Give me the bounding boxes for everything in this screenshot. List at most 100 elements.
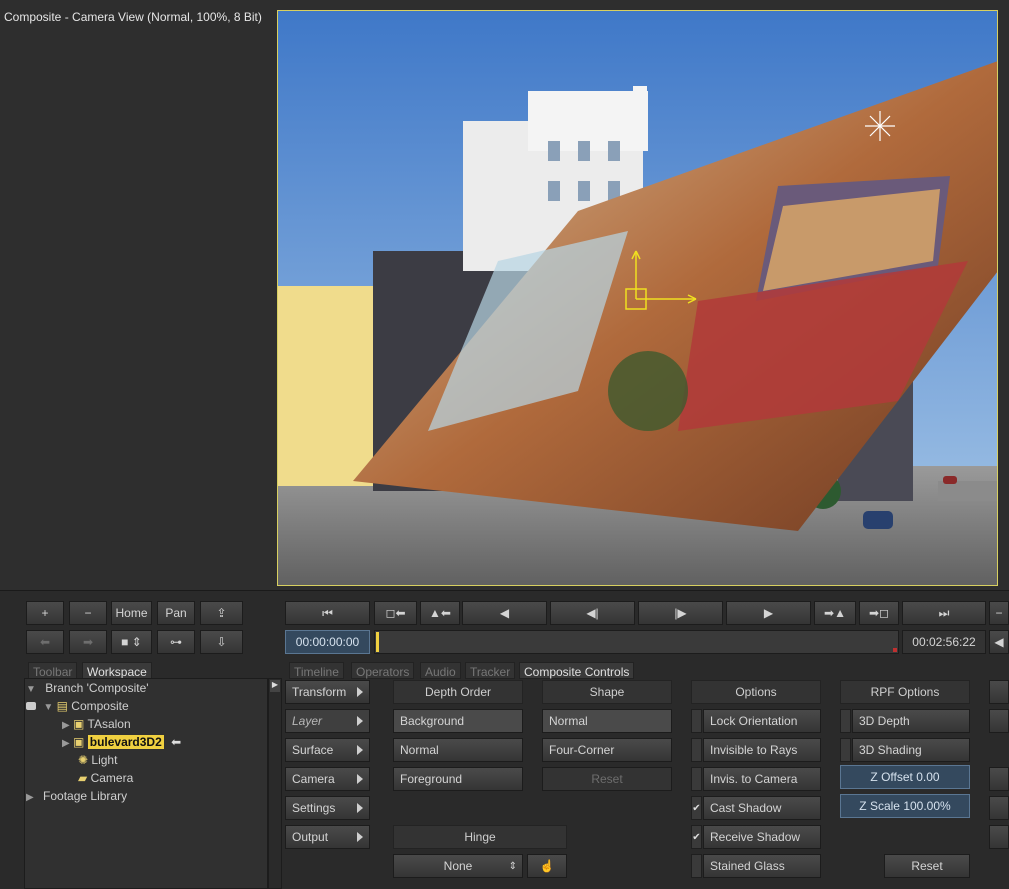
category-transform[interactable]: Transform [285,680,370,704]
tab-audio[interactable]: Audio [420,662,461,679]
invisible-to-rays-checkbox[interactable] [691,738,702,762]
play-reverse-button[interactable]: ◀ [462,601,547,625]
prev-keyframe-button[interactable]: ▲⬅ [420,601,460,625]
add-button[interactable]: + [26,601,64,625]
invis-to-camera-checkbox[interactable] [691,767,702,791]
shape-reset-button[interactable]: Reset [542,767,672,791]
tab-workspace[interactable]: Workspace [82,662,152,679]
tree-composite[interactable]: ▼ ▤ Composite [26,699,266,717]
depth-order-foreground[interactable]: Foreground [393,767,523,791]
home-button[interactable]: Home [111,601,152,625]
category-settings[interactable]: Settings [285,796,370,820]
edge-button[interactable] [989,680,1009,704]
rpf-options-header: RPF Options [840,680,970,704]
playhead[interactable] [376,632,379,652]
expand-down-icon: ▼ [26,684,36,695]
node-link-button[interactable]: ⊶ [157,630,195,654]
tab-toolbar[interactable]: Toolbar [28,662,78,679]
submenu-arrow-icon [357,803,363,813]
back-button[interactable]: ⬅ [26,630,64,654]
next-keyframe-icon: ➡▲ [824,606,846,620]
visibility-icon[interactable] [26,702,36,710]
cast-shadow-checkbox[interactable]: ✔ [691,796,702,820]
step-forward-icon: |▶ [674,606,687,620]
pan-button[interactable]: Pan [157,601,195,625]
category-output[interactable]: Output [285,825,370,849]
tree-branch-label: Branch 'Composite' [45,681,149,695]
go-to-end-button[interactable]: ⏭ [902,601,986,625]
3d-shading-checkbox[interactable] [840,738,851,762]
expand-right-icon: ▶ [26,792,34,803]
viewport-scene [278,11,997,585]
remove-button[interactable]: − [69,601,107,625]
camera-viewport[interactable] [277,10,998,586]
edge-button[interactable] [989,796,1009,820]
3d-depth-checkbox[interactable] [840,709,851,733]
tab-timeline[interactable]: Timeline [289,662,344,679]
prev-key-button[interactable]: ◻⬅ [374,601,417,625]
current-time-field[interactable]: 00:00:00:00 [285,630,370,654]
cast-shadow-button[interactable]: Cast Shadow [703,796,821,820]
category-label: Transform [292,685,347,699]
shape-four-corner[interactable]: Four-Corner [542,738,672,762]
tree-item-bulevard3d2[interactable]: ▶ ▣ bulevard3D2 ⬅ [26,735,266,753]
view-mode-select[interactable]: ■ ⇕ [111,630,152,654]
stained-glass-button[interactable]: Stained Glass [703,854,821,878]
lock-orientation-button[interactable]: Lock Orientation [703,709,821,733]
minus-icon: − [995,606,1003,620]
move-down-button[interactable]: ⇩ [200,630,243,654]
z-offset-field[interactable]: Z Offset 0.00 [840,765,970,789]
end-time-field[interactable]: 00:02:56:22 [902,630,986,654]
scroll-right-icon[interactable]: ▶ [270,680,280,692]
depth-order-normal[interactable]: Normal [393,738,523,762]
3d-depth-button[interactable]: 3D Depth [852,709,970,733]
category-camera[interactable]: Camera [285,767,370,791]
invisible-to-rays-button[interactable]: Invisible to Rays [703,738,821,762]
category-label: Camera [292,772,335,786]
scroll-arrow-button[interactable]: ◀ [989,630,1009,654]
tree-item-tasalon[interactable]: ▶ ▣ TAsalon [26,717,266,735]
hinge-pick-button[interactable]: ☝ [527,854,567,878]
z-scale-field[interactable]: Z Scale 100.00% [840,794,970,818]
extra-button[interactable]: − [989,601,1009,625]
invis-to-camera-button[interactable]: Invis. to Camera [703,767,821,791]
move-up-button[interactable]: ⇪ [200,601,243,625]
edge-button[interactable] [989,825,1009,849]
timeline-scrubber[interactable] [374,630,899,654]
3d-shading-button[interactable]: 3D Shading [852,738,970,762]
next-key-button[interactable]: ➡◻ [859,601,899,625]
edge-button[interactable] [989,709,1009,733]
tab-composite-controls[interactable]: Composite Controls [519,662,635,679]
step-forward-button[interactable]: |▶ [638,601,723,625]
forward-button[interactable]: ➡ [69,630,107,654]
tree-item-camera[interactable]: ▰ Camera [26,771,266,789]
depth-order-background[interactable]: Background [393,709,523,733]
end-marker [893,648,897,652]
tab-operators[interactable]: Operators [351,662,415,679]
hinge-select[interactable]: None ⇕ [393,854,523,878]
stained-glass-checkbox[interactable] [691,854,702,878]
receive-shadow-checkbox[interactable]: ✔ [691,825,702,849]
tree-footage-library[interactable]: ▶ Footage Library [26,789,266,807]
tree-branch[interactable]: ▼ Branch 'Composite' [26,681,266,699]
tab-tracker[interactable]: Tracker [465,662,516,679]
layer-icon: ▣ [73,735,85,749]
play-button[interactable]: ▶ [726,601,811,625]
tree-item-label: Light [91,753,118,767]
submenu-arrow-icon [357,745,363,755]
next-keyframe-button[interactable]: ➡▲ [814,601,856,625]
receive-shadow-button[interactable]: Receive Shadow [703,825,821,849]
edge-button[interactable] [989,767,1009,791]
category-layer[interactable]: Layer [285,709,370,733]
rpf-reset-button[interactable]: Reset [884,854,970,878]
tree-item-label: Camera [90,771,134,785]
go-to-start-button[interactable]: ⏮ [285,601,370,625]
step-back-button[interactable]: ◀| [550,601,635,625]
category-surface[interactable]: Surface [285,738,370,762]
tree-item-light[interactable]: ✺ Light [26,753,266,771]
category-label: Settings [292,801,336,815]
category-label: Output [292,830,329,844]
lock-orientation-checkbox[interactable] [691,709,702,733]
tree-scrollbar[interactable]: ▶ [268,678,282,889]
shape-normal[interactable]: Normal [542,709,672,733]
